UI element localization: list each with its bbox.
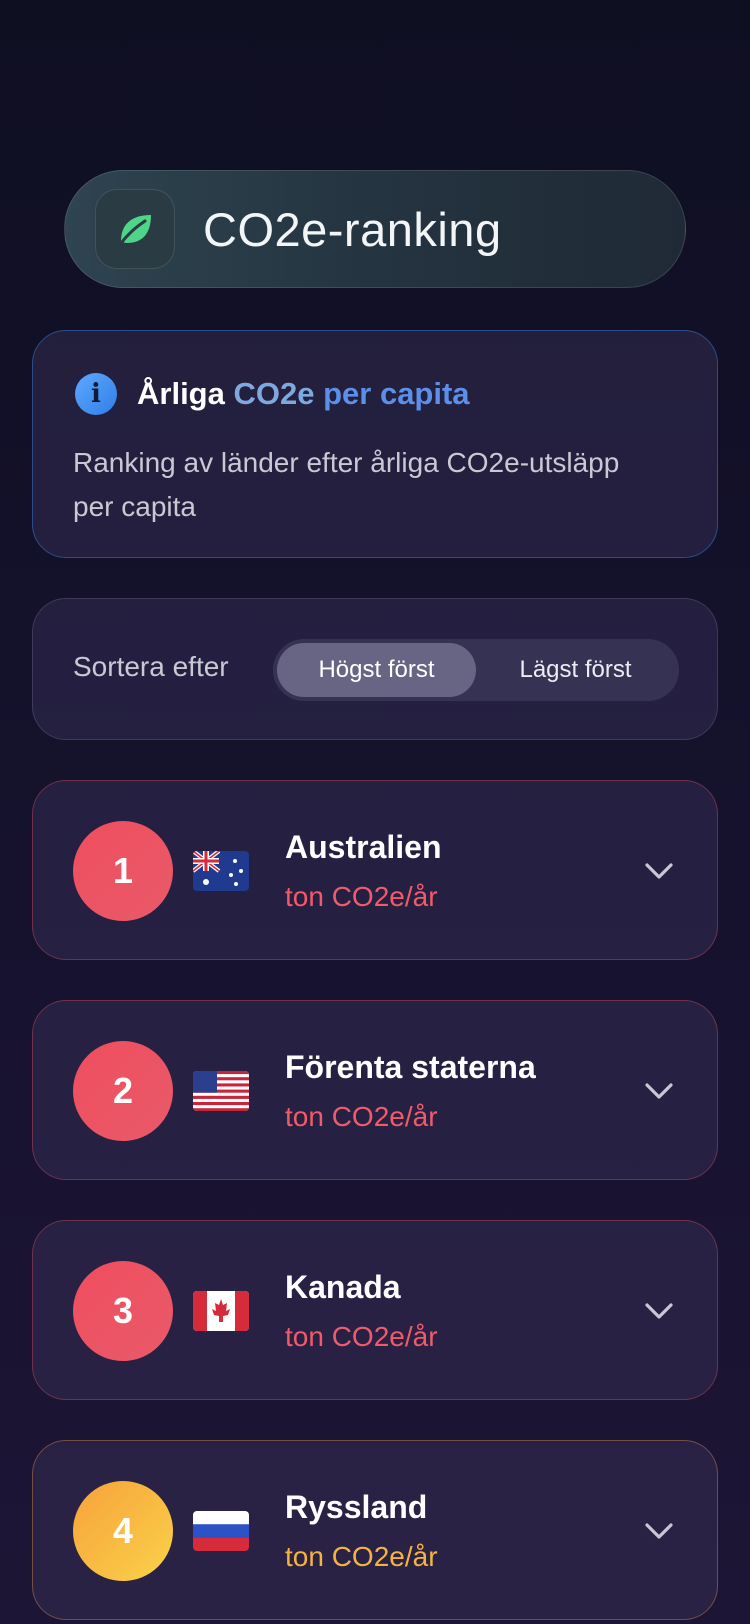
- app-header: CO2e-ranking: [64, 170, 686, 288]
- rank-badge: 3: [73, 1261, 173, 1361]
- info-title-row: i Årliga CO2e per capita: [75, 373, 470, 415]
- info-description: Ranking av länder efter årliga CO2e-utsl…: [73, 447, 620, 522]
- emission-unit: ton CO2e/år: [285, 881, 438, 912]
- emission-unit: ton CO2e/år: [285, 1541, 438, 1572]
- info-title-part3: per capita: [323, 376, 470, 411]
- emission-unit: ton CO2e/år: [285, 1321, 438, 1352]
- chevron-down-icon[interactable]: [641, 1293, 677, 1329]
- emission-unit: ton CO2e/år: [285, 1101, 438, 1132]
- ranking-card[interactable]: 4 Ryssland ton CO2e/år: [32, 1440, 718, 1620]
- sort-highest-first-button[interactable]: Högst först: [277, 643, 476, 697]
- country-name: Australien: [285, 829, 442, 865]
- info-title-part2: CO2e: [233, 376, 315, 411]
- country-name: Kanada: [285, 1269, 401, 1305]
- page-title: CO2e-ranking: [203, 202, 502, 256]
- country-name: Förenta staterna: [285, 1049, 536, 1085]
- flag-russia-icon: [193, 1511, 249, 1551]
- sort-segmented-control: Högst först Lägst först: [273, 639, 679, 701]
- sort-lowest-first-button[interactable]: Lägst först: [476, 643, 675, 697]
- info-card: i Årliga CO2e per capita Ranking av länd…: [32, 330, 718, 558]
- rank-badge: 4: [73, 1481, 173, 1581]
- info-title-part1: Årliga: [137, 376, 225, 411]
- ranking-card[interactable]: 1 Australien ton CO2e/år: [32, 780, 718, 960]
- flag-canada-icon: [193, 1291, 249, 1331]
- chevron-down-icon[interactable]: [641, 1513, 677, 1549]
- rank-badge: 1: [73, 821, 173, 921]
- info-icon: i: [75, 373, 117, 415]
- sort-label: Sortera efter: [73, 651, 229, 682]
- flag-usa-icon: [193, 1071, 249, 1111]
- chevron-down-icon[interactable]: [641, 853, 677, 889]
- ranking-card[interactable]: 2 Förenta staterna ton CO2e/år: [32, 1000, 718, 1180]
- rank-badge: 2: [73, 1041, 173, 1141]
- leaf-icon: [95, 189, 175, 269]
- info-title: Årliga CO2e per capita: [137, 376, 470, 412]
- ranking-card[interactable]: 3 Kanada ton CO2e/år: [32, 1220, 718, 1400]
- sort-card: Sortera efter Högst först Lägst först: [32, 598, 718, 740]
- country-name: Ryssland: [285, 1489, 428, 1525]
- chevron-down-icon[interactable]: [641, 1073, 677, 1109]
- flag-australia-icon: [193, 851, 249, 891]
